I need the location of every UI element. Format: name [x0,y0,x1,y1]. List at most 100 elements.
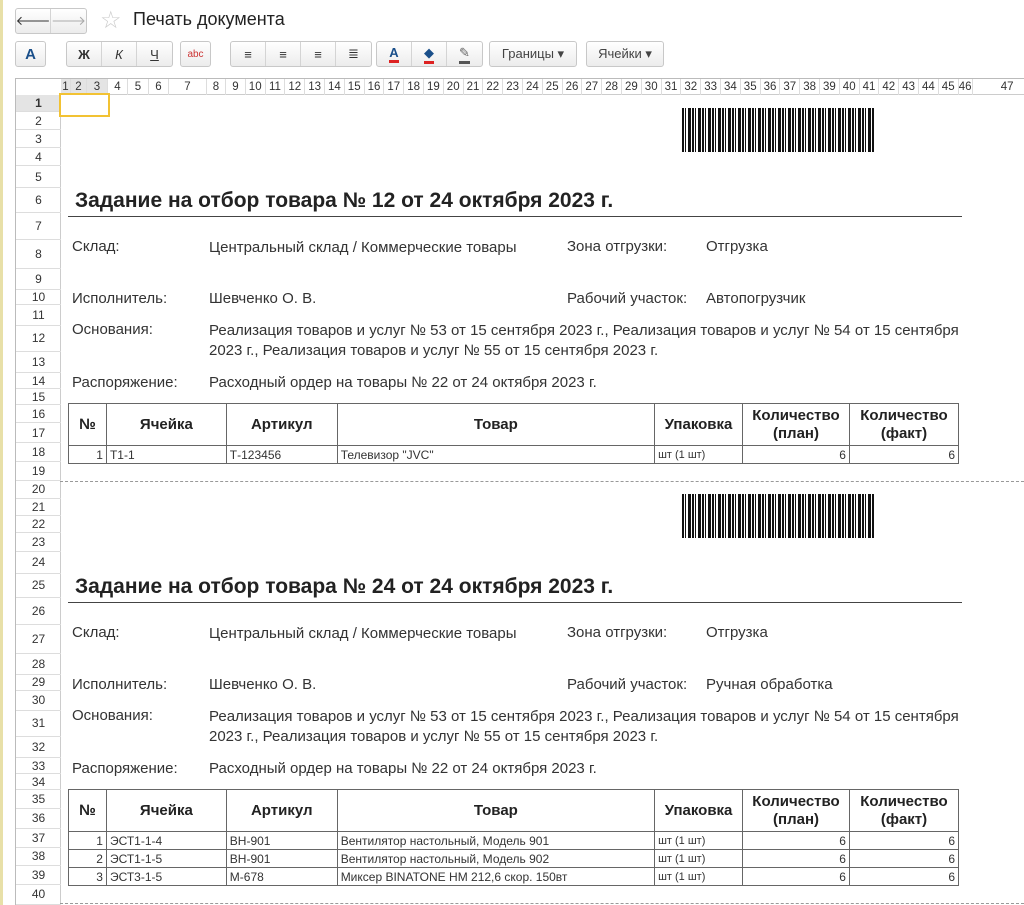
table-cell[interactable]: 6 [848,849,960,868]
align-left-button[interactable]: ≡ [231,42,266,66]
fill-color-button[interactable]: ◆ [412,42,447,66]
column-header-cell[interactable]: 9 [226,79,246,95]
table-cell[interactable]: ЭСТ3-1-5 [105,867,227,886]
table-cell[interactable]: 6 [742,831,850,850]
column-header-cell[interactable]: 13 [305,79,325,95]
row-header-cell[interactable]: 28 [16,654,61,675]
favorite-star-icon[interactable]: ☆ [100,6,122,35]
column-header-cell[interactable]: 43 [899,79,919,95]
column-header-cell[interactable]: 41 [860,79,880,95]
underline-button[interactable]: Ч [137,42,172,66]
row-header-cell[interactable]: 6 [16,188,61,213]
row-header-cell[interactable]: 35 [16,790,61,809]
column-header-cell[interactable]: 28 [602,79,622,95]
table-cell[interactable]: Т1-1 [105,445,227,464]
italic-button[interactable]: К [102,42,137,66]
row-header-cell[interactable]: 1 [16,95,61,112]
column-header-cell[interactable]: 4 [108,79,128,95]
column-header-cell[interactable]: 10 [246,79,266,95]
column-header-cell[interactable]: 24 [523,79,543,95]
table-cell[interactable]: ВН-901 [225,831,338,850]
column-header-cell[interactable]: 32 [681,79,702,95]
column-header-cell[interactable]: 21 [464,79,484,95]
row-header-cell[interactable]: 4 [16,148,61,166]
cells-dropdown[interactable]: Ячейки ▾ [586,41,664,67]
column-header-cell[interactable]: 45 [939,79,959,95]
column-header-cell[interactable]: 31 [662,79,682,95]
column-header-cell[interactable]: 37 [780,79,801,95]
table-cell[interactable]: ВН-901 [225,849,338,868]
column-header-cell[interactable]: 46 [959,79,973,95]
column-header-cell[interactable]: 23 [503,79,523,95]
column-header-cell[interactable]: 36 [761,79,781,95]
font-button[interactable]: A [15,41,46,67]
row-header-cell[interactable]: 33 [16,758,61,774]
column-header-cell[interactable]: 34 [721,79,741,95]
column-header-cell[interactable]: 30 [642,79,662,95]
row-header-cell[interactable]: 39 [16,866,61,885]
table-cell[interactable]: шт (1 шт) [654,867,744,886]
column-header-cell[interactable]: 47 [973,79,1024,95]
row-header-cell[interactable]: 9 [16,269,61,290]
row-header-cell[interactable]: 8 [16,240,61,269]
row-header-cell[interactable]: 19 [16,462,61,481]
align-center-button[interactable]: ≡ [266,42,301,66]
table-cell[interactable]: М-678 [225,867,338,886]
table-cell[interactable]: Вентилятор настольный, Модель 902 [336,849,656,868]
row-header-cell[interactable]: 38 [16,848,61,866]
row-header-cell[interactable]: 15 [16,389,61,405]
row-header-cell[interactable]: 14 [16,373,61,389]
table-cell[interactable]: ЭСТ1-1-5 [105,849,227,868]
row-header-cell[interactable]: 12 [16,326,61,352]
table-cell[interactable]: 6 [742,445,850,464]
row-header-cell[interactable]: 26 [16,598,61,625]
column-header-cell[interactable]: 33 [701,79,721,95]
row-header-cell[interactable]: 29 [16,675,61,691]
align-justify-button[interactable]: ≣ [336,42,371,66]
column-header-cell[interactable]: 39 [820,79,840,95]
column-header-cell[interactable]: 19 [424,79,444,95]
row-header-cell[interactable]: 27 [16,625,61,654]
bold-button[interactable]: Ж [67,42,102,66]
row-header-cell[interactable]: 11 [16,305,61,326]
column-header-cell[interactable]: 15 [345,79,365,95]
row-header-cell[interactable]: 17 [16,423,61,443]
table-cell[interactable]: Миксер BINATONE HM 212,6 скор. 150вт [336,867,656,886]
row-header-cell[interactable]: 10 [16,290,61,305]
borders-dropdown[interactable]: Границы ▾ [489,41,577,67]
column-header-cell[interactable]: 8 [207,79,226,95]
text-color-button[interactable]: A [377,42,412,66]
selected-cell[interactable] [59,93,110,117]
row-header-cell[interactable]: 3 [16,130,61,148]
table-cell[interactable]: 3 [68,867,107,886]
table-cell[interactable]: шт (1 шт) [654,831,744,850]
row-header-cell[interactable]: 21 [16,499,61,516]
column-header-cell[interactable]: 26 [563,79,583,95]
row-header-cell[interactable]: 31 [16,711,61,737]
row-header-cell[interactable]: 32 [16,737,61,758]
table-cell[interactable]: 6 [848,445,960,464]
row-header-cell[interactable]: 13 [16,352,61,373]
table-cell[interactable]: 1 [68,831,107,850]
column-header-cell[interactable]: 42 [879,79,900,95]
row-header-cell[interactable]: 40 [16,885,61,905]
border-color-button[interactable]: ✎ [447,42,482,66]
row-header-cell[interactable]: 18 [16,443,61,462]
table-cell[interactable]: шт (1 шт) [654,445,744,464]
column-header-cell[interactable]: 38 [800,79,820,95]
forward-button[interactable]: 🡒 [51,9,86,33]
spellcheck-button[interactable]: abc [180,41,211,67]
column-header-cell[interactable]: 6 [149,79,169,95]
column-header-cell[interactable]: 27 [582,79,603,95]
row-header-cell[interactable]: 36 [16,809,61,829]
column-header-cell[interactable]: 17 [384,79,405,95]
column-header-cell[interactable]: 16 [365,79,385,95]
row-header-cell[interactable]: 5 [16,166,61,188]
table-cell[interactable]: ЭСТ1-1-4 [105,831,227,850]
table-cell[interactable]: Вентилятор настольный, Модель 901 [336,831,656,850]
table-cell[interactable]: 6 [742,849,850,868]
column-header-cell[interactable]: 44 [919,79,939,95]
row-header-cell[interactable]: 34 [16,774,61,790]
row-header-cell[interactable]: 30 [16,691,61,711]
table-cell[interactable]: 1 [68,445,107,464]
